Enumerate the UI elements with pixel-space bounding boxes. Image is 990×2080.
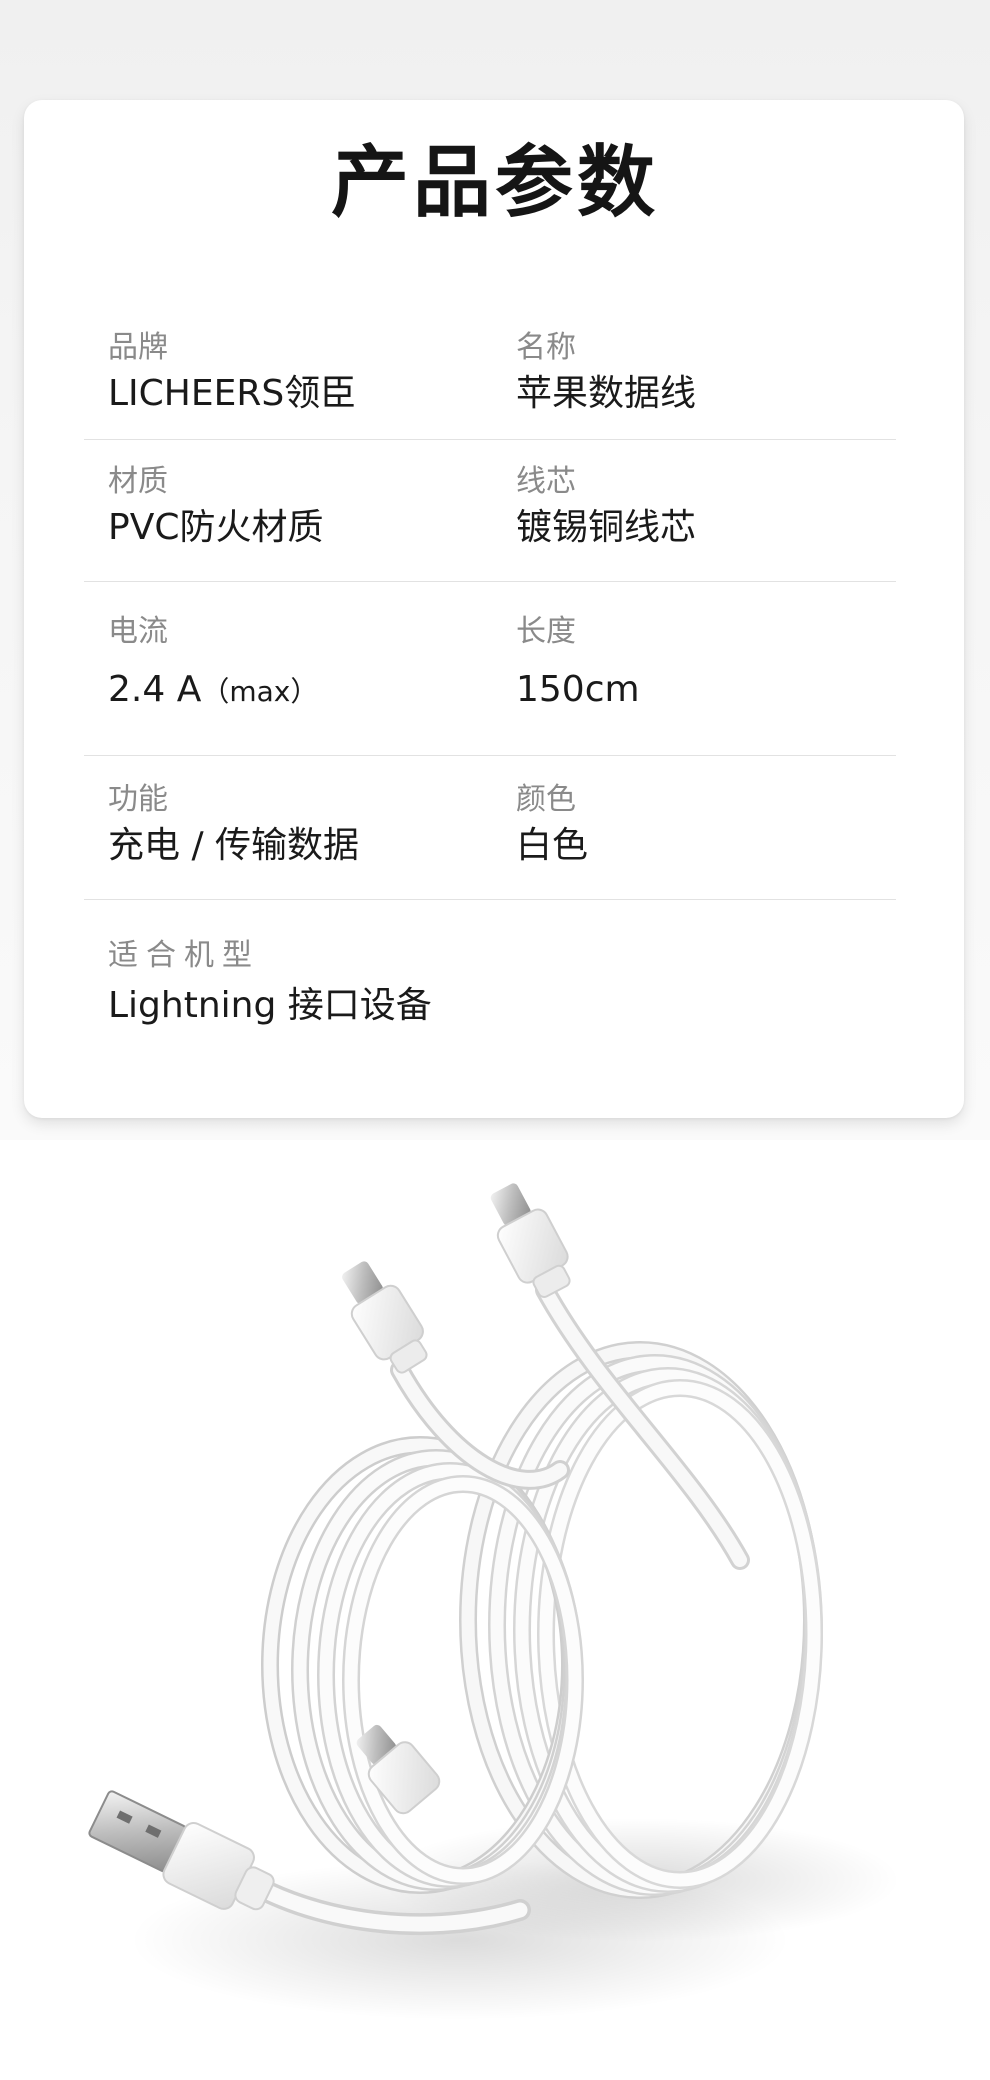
spec-label: 材质 bbox=[108, 464, 168, 499]
spec-row: 电流 2.4 A（max） 长度 150cm bbox=[84, 582, 896, 756]
spec-value: 充电 / 传输数据 bbox=[108, 825, 360, 866]
spec-label: 颜色 bbox=[516, 782, 576, 817]
spec-table: 品牌 LICHEERS领臣 名称 苹果数据线 材质 PVC防火材质 线芯 镀锡铜… bbox=[84, 318, 896, 1050]
spec-row: 材质 PVC防火材质 线芯 镀锡铜线芯 bbox=[84, 440, 896, 582]
spec-label: 长度 bbox=[516, 614, 576, 649]
spec-label: 适合机型 bbox=[108, 938, 260, 973]
spec-color: 颜色 白色 bbox=[490, 756, 896, 899]
spec-label: 电流 bbox=[108, 614, 168, 649]
spec-value: 白色 bbox=[516, 825, 589, 866]
spec-label: 线芯 bbox=[516, 464, 576, 499]
page-title: 产品参数 bbox=[330, 138, 659, 228]
spec-row: 品牌 LICHEERS领臣 名称 苹果数据线 bbox=[84, 318, 896, 440]
spec-label: 名称 bbox=[516, 330, 576, 365]
spec-material: 材质 PVC防火材质 bbox=[84, 440, 490, 581]
spec-label: 功能 bbox=[108, 782, 168, 817]
spec-current: 电流 2.4 A（max） bbox=[84, 582, 490, 755]
spec-value: 镀锡铜线芯 bbox=[516, 507, 697, 548]
product-parameters-page: 产品参数 品牌 LICHEERS领臣 名称 苹果数据线 材质 PVC防火材质 线… bbox=[0, 0, 990, 2080]
usb-lightning-cable-icon bbox=[88, 1183, 900, 2020]
spec-core: 线芯 镀锡铜线芯 bbox=[490, 440, 896, 581]
product-image bbox=[0, 1140, 990, 2080]
spec-brand: 品牌 LICHEERS领臣 bbox=[84, 318, 490, 439]
spec-value: PVC防火材质 bbox=[108, 507, 324, 548]
spec-function: 功能 充电 / 传输数据 bbox=[84, 756, 490, 899]
spec-value: LICHEERS领臣 bbox=[108, 373, 357, 414]
spec-value: 2.4 A（max） bbox=[108, 666, 490, 716]
spec-label: 品牌 bbox=[108, 330, 168, 365]
current-suffix: （max） bbox=[201, 675, 319, 708]
spec-length: 长度 150cm bbox=[490, 582, 896, 755]
spec-compatible-models: 适合机型 Lightning 接口设备 bbox=[84, 900, 896, 1050]
spec-value: 150cm bbox=[516, 669, 640, 710]
current-value: 2.4 A bbox=[108, 669, 202, 710]
spec-row: 功能 充电 / 传输数据 颜色 白色 bbox=[84, 756, 896, 900]
spec-value: Lightning 接口设备 bbox=[108, 985, 432, 1026]
spec-row: 适合机型 Lightning 接口设备 bbox=[84, 900, 896, 1050]
spec-value: 苹果数据线 bbox=[516, 373, 697, 414]
spec-name: 名称 苹果数据线 bbox=[490, 318, 896, 439]
